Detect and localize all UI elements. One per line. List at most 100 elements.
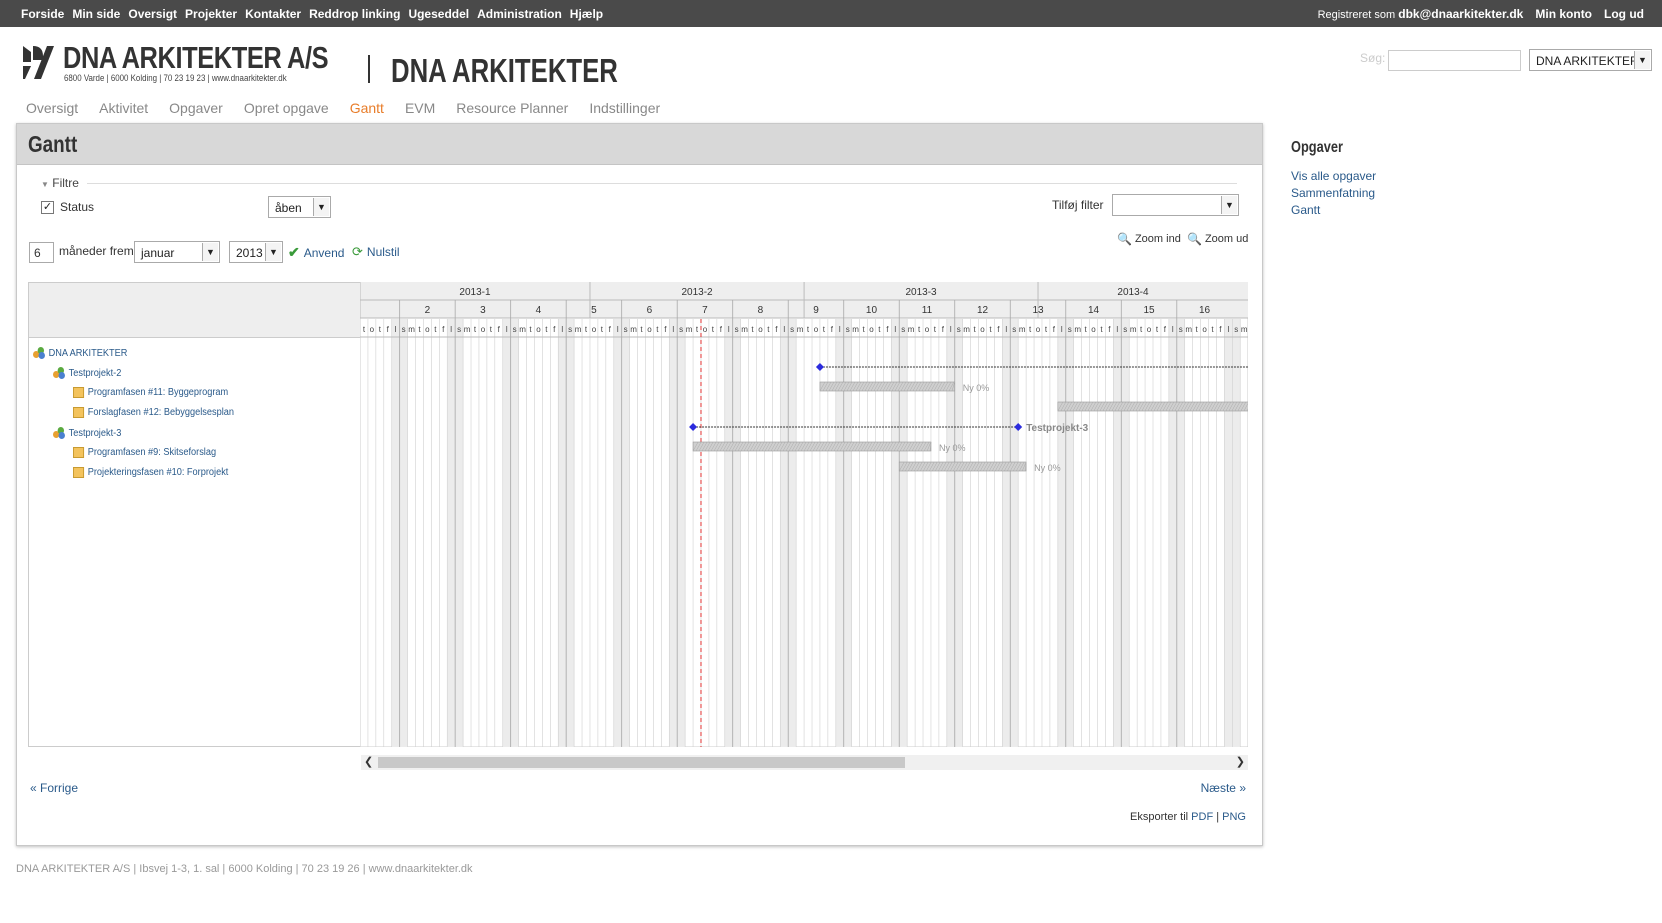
scroll-left-icon[interactable]: ❮ [364,755,373,770]
week-label: 12 [977,305,989,316]
gantt-horizontal-scrollbar[interactable]: ❮ ❯ [361,755,1248,770]
zoom-out-button[interactable]: 🔍 Zoom ud [1187,232,1248,246]
checkmark-icon: ✔ [288,244,300,260]
day-letter: l [1172,325,1174,334]
tree-row-testprojekt-3[interactable]: Testprojekt-3 [53,427,121,439]
tab-oversigt[interactable]: Oversigt [26,100,78,116]
day-letter: o [925,325,930,334]
issue-bar-label: Ny 0% [963,383,990,393]
day-letter: l [672,325,674,334]
tree-label: Testprojekt-2 [68,367,122,379]
tree-row-issue-10[interactable]: Projekteringsfasen #10: Forprojekt [73,467,228,478]
weekend-column [1168,319,1177,747]
top-link-forside[interactable]: Forside [21,7,64,21]
company-contact-line: 6800 Varde | 6000 Kolding | 70 23 19 23 … [64,73,287,83]
reset-button[interactable]: ⟳ Nulstil [352,244,400,260]
weekend-column [780,319,789,747]
previous-link[interactable]: « Forrige [30,781,78,795]
day-letter: s [513,325,517,334]
tab-indstillinger[interactable]: Indstillinger [589,100,660,116]
top-link-kontakter[interactable]: Kontakter [245,7,301,21]
week-label: 13 [1032,305,1044,316]
weekend-column [669,319,678,747]
top-link-reddrop[interactable]: Reddrop linking [309,7,400,21]
project-jump-select[interactable]: DNA ARKITEKTER ▼ [1529,49,1652,71]
quarter-label: 2013-2 [681,287,713,298]
day-letter: m [408,325,415,334]
day-letter: l [950,325,952,334]
top-menu-right: Registreret som dbk@dnaarkitekter.dk Min… [1318,7,1644,21]
months-from-label: måneder frem [59,244,134,258]
issue-icon [73,387,85,398]
apply-button[interactable]: ✔ Anvend [288,244,344,261]
tree-label: Testprojekt-3 [68,427,122,439]
tab-resource-planner[interactable]: Resource Planner [456,100,568,116]
tab-opgaver[interactable]: Opgaver [169,100,223,116]
export-pdf-link[interactable]: PDF [1191,811,1213,823]
sidebar-link-all-issues[interactable]: Vis alle opgaver [1291,169,1376,183]
status-value-select[interactable]: åben ▼ [268,196,331,218]
weekend-column [621,319,630,747]
status-filter-label: Status [60,200,95,214]
day-letter: l [450,325,452,334]
weekend-column [566,319,575,747]
top-link-ugeseddel[interactable]: Ugeseddel [408,7,469,21]
month-value: januar [141,246,175,260]
top-link-min-side[interactable]: Min side [72,7,120,21]
week-label: 11 [922,305,933,316]
scrollbar-thumb[interactable] [378,757,905,768]
scroll-right-icon[interactable]: ❯ [1236,755,1245,770]
add-filter-select[interactable]: ▼ [1112,194,1239,216]
week-label: 8 [758,305,764,316]
chevron-down-icon: ▼ [1221,196,1237,214]
search-input[interactable] [1388,50,1521,71]
week-label: 7 [702,305,708,316]
sidebar-link-gantt[interactable]: Gantt [1291,203,1320,217]
day-letter: m [464,325,471,334]
tab-opret-opgave[interactable]: Opret opgave [244,100,329,116]
year-value: 2013 [236,246,263,260]
top-link-projekter[interactable]: Projekter [185,7,237,21]
top-link-oversigt[interactable]: Oversigt [128,7,177,21]
project-brand-title: DNA ARKITEKTER [391,52,618,89]
logout-link[interactable]: Log ud [1604,7,1644,21]
filters-toggle[interactable]: ▼ Filtre [41,176,79,190]
tree-row-issue-9[interactable]: Programfasen #9: Skitseforslag [73,447,216,458]
week-label: 14 [1088,305,1100,316]
my-account-link[interactable]: Min konto [1535,7,1592,21]
day-letter: o [370,325,375,334]
footer: DNA ARKITEKTER A/S | Ibsvej 1-3, 1. sal … [16,863,473,875]
day-letter: s [1012,325,1016,334]
project-jump-value: DNA ARKITEKTER [1536,54,1639,68]
add-filter-label: Tilføj filter [1052,198,1104,212]
day-letter: o [592,325,597,334]
tree-row-issue-11[interactable]: Programfasen #11: Byggeprogram [73,387,228,398]
tree-row-issue-12[interactable]: Forslagfasen #12: Bebyggelsesplan [73,407,234,418]
sidebar-link-summary[interactable]: Sammenfatning [1291,186,1375,200]
months-input[interactable]: 6 [29,242,54,263]
year-select[interactable]: 2013 ▼ [229,241,283,263]
weekend-column [1065,319,1074,747]
search-label: Søg: [1360,51,1386,65]
chevron-down-icon: ▼ [265,243,281,261]
weekend-column [1176,319,1185,747]
tab-aktivitet[interactable]: Aktivitet [99,100,148,116]
tab-gantt[interactable]: Gantt [350,100,384,116]
weekend-column [391,319,400,747]
issue-bar-label: Ny 0% [939,443,966,453]
month-select[interactable]: januar ▼ [134,241,220,263]
weekend-column [1224,319,1233,747]
tab-evm[interactable]: EVM [405,100,435,116]
next-link[interactable]: Næste » [1201,781,1246,795]
status-filter-checkbox[interactable]: ✓ [41,201,54,214]
chevron-down-icon: ▼ [202,243,218,261]
top-link-administration[interactable]: Administration [477,7,562,21]
tree-row-dna-arkitekter[interactable]: DNA ARKITEKTER [33,347,127,359]
export-png-link[interactable]: PNG [1222,811,1246,823]
tree-label: Programfasen #11: Byggeprogram [87,387,229,398]
logged-in-user[interactable]: dbk@dnaarkitekter.dk [1398,7,1523,21]
zoom-in-button[interactable]: 🔍 Zoom ind [1117,232,1181,246]
tree-row-testprojekt-2[interactable]: Testprojekt-2 [53,367,121,379]
top-link-hjaelp[interactable]: Hjælp [570,7,603,21]
weekend-column [1232,319,1241,747]
